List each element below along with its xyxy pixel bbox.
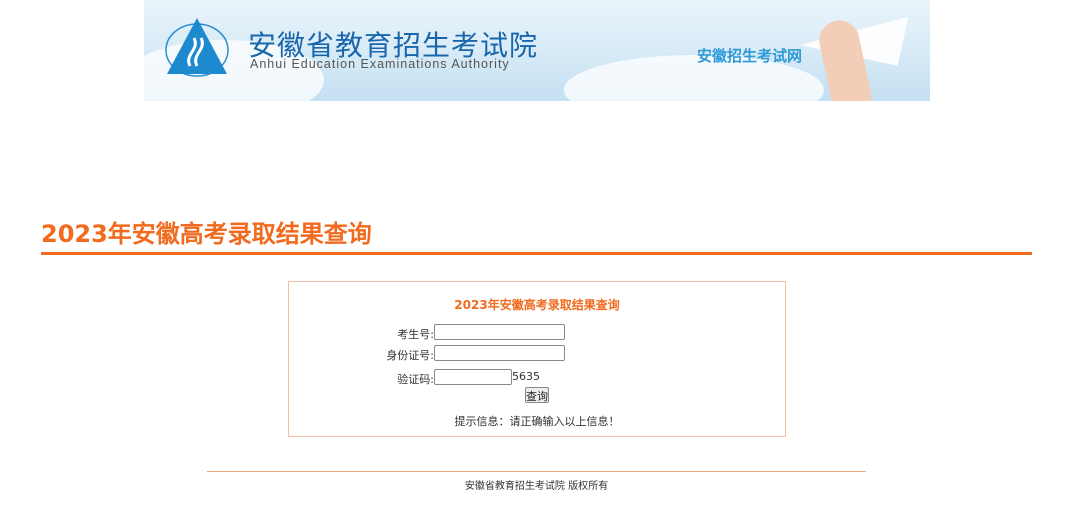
- footer-divider: [207, 471, 866, 472]
- captcha-label: 验证码:: [397, 373, 434, 386]
- captcha-input[interactable]: [434, 369, 512, 385]
- title-divider: [41, 252, 1032, 255]
- footer-copyright: 安徽省教育招生考试院 版权所有: [464, 481, 609, 492]
- banner-site-name: 安徽招生考试网: [697, 47, 803, 65]
- id-number-input[interactable]: [434, 345, 565, 361]
- submit-button[interactable]: 查询: [525, 387, 549, 403]
- query-form: 2023年安徽高考录取结果查询 考生号: 身份证号: 验证码: 5635 查询 …: [288, 281, 786, 437]
- form-title: 2023年安徽高考录取结果查询: [454, 298, 620, 312]
- captcha-code: 5635: [512, 370, 540, 383]
- id-number-label: 身份证号:: [386, 349, 434, 362]
- exam-number-label: 考生号:: [397, 328, 434, 341]
- exam-number-input[interactable]: [434, 324, 565, 340]
- header-banner: 安徽省教育招生考试院 Anhui Education Examinations …: [144, 0, 930, 101]
- banner-subtitle: Anhui Education Examinations Authority: [250, 57, 510, 71]
- page-title: 2023年安徽高考录取结果查询: [41, 220, 372, 248]
- authority-logo-icon: [165, 18, 229, 77]
- hint-message: 提示信息：请正确输入以上信息！: [454, 415, 620, 428]
